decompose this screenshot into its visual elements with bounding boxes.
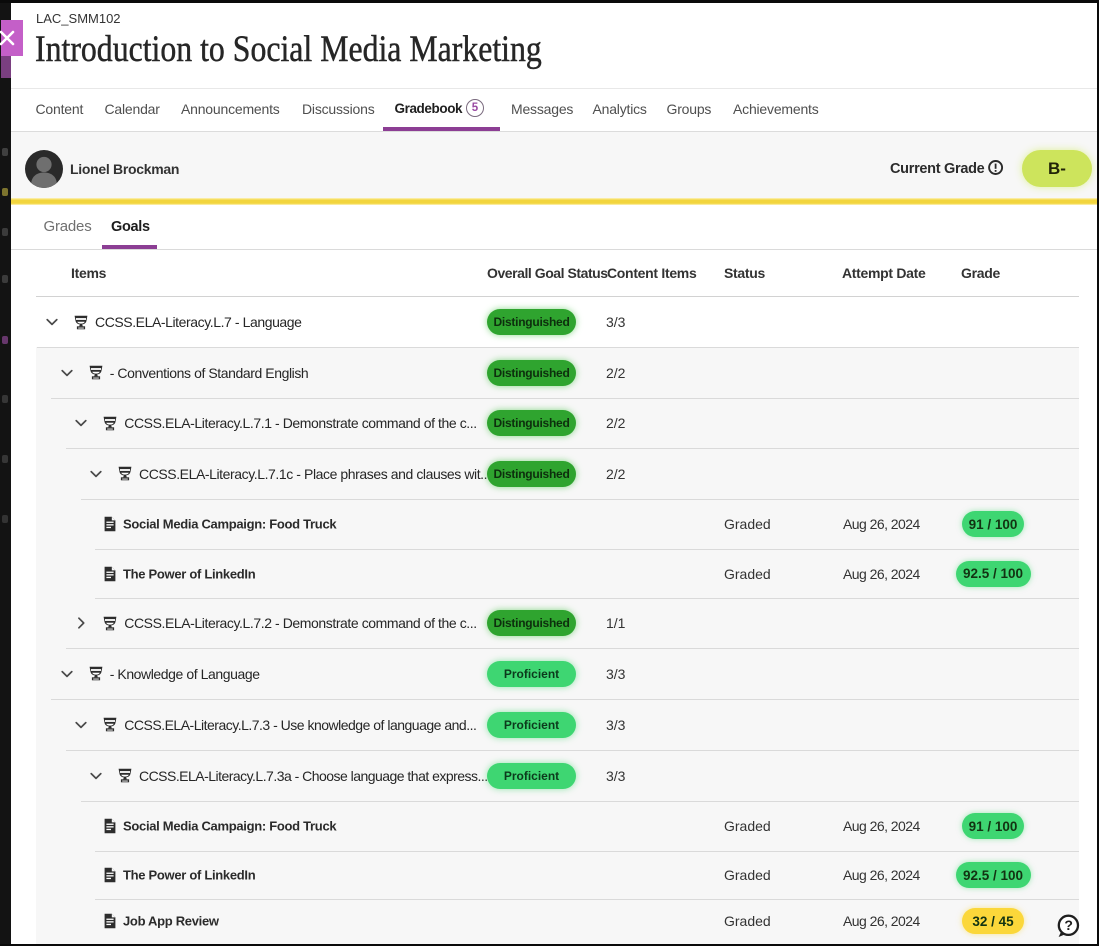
svg-text:?: ? [1064,917,1073,933]
